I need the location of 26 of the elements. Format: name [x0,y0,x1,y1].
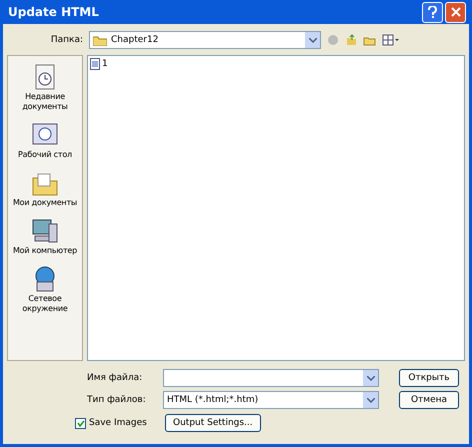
close-icon [450,7,460,17]
open-button[interactable]: Открыть [399,369,459,387]
place-item[interactable]: Мои документы [8,168,82,208]
window-title: Update HTML [8,5,99,19]
view-menu-icon[interactable] [382,34,400,46]
save-images-checkbox[interactable] [75,418,86,428]
help-button[interactable] [422,2,443,22]
folder-icon [93,34,107,46]
file-type-dropdown[interactable]: HTML (*.html;*.htm) [163,391,379,409]
file-name-label: Имя файла: [87,373,144,383]
close-button[interactable] [445,2,466,22]
place-item[interactable]: Сетевое окружение [8,264,82,314]
file-item[interactable]: 1 [90,58,108,70]
place-item[interactable]: Рабочий стол [8,120,82,160]
up-folder-icon[interactable] [345,34,357,46]
file-type-label: Тип файлов: [87,395,147,405]
cancel-button[interactable]: Отмена [399,391,459,409]
document-icon [90,58,100,70]
folder-dropdown[interactable]: Chapter12 [89,31,321,49]
save-images-label: Save Images [89,418,147,428]
place-item[interactable]: Недавние документы [8,62,82,112]
file-name-field[interactable] [163,369,379,387]
place-item[interactable]: Мой компьютер [8,216,82,256]
question-mark-icon [428,6,437,18]
output-settings-button[interactable]: Output Settings... [164,414,261,432]
folder-label: Папка: [50,35,83,45]
